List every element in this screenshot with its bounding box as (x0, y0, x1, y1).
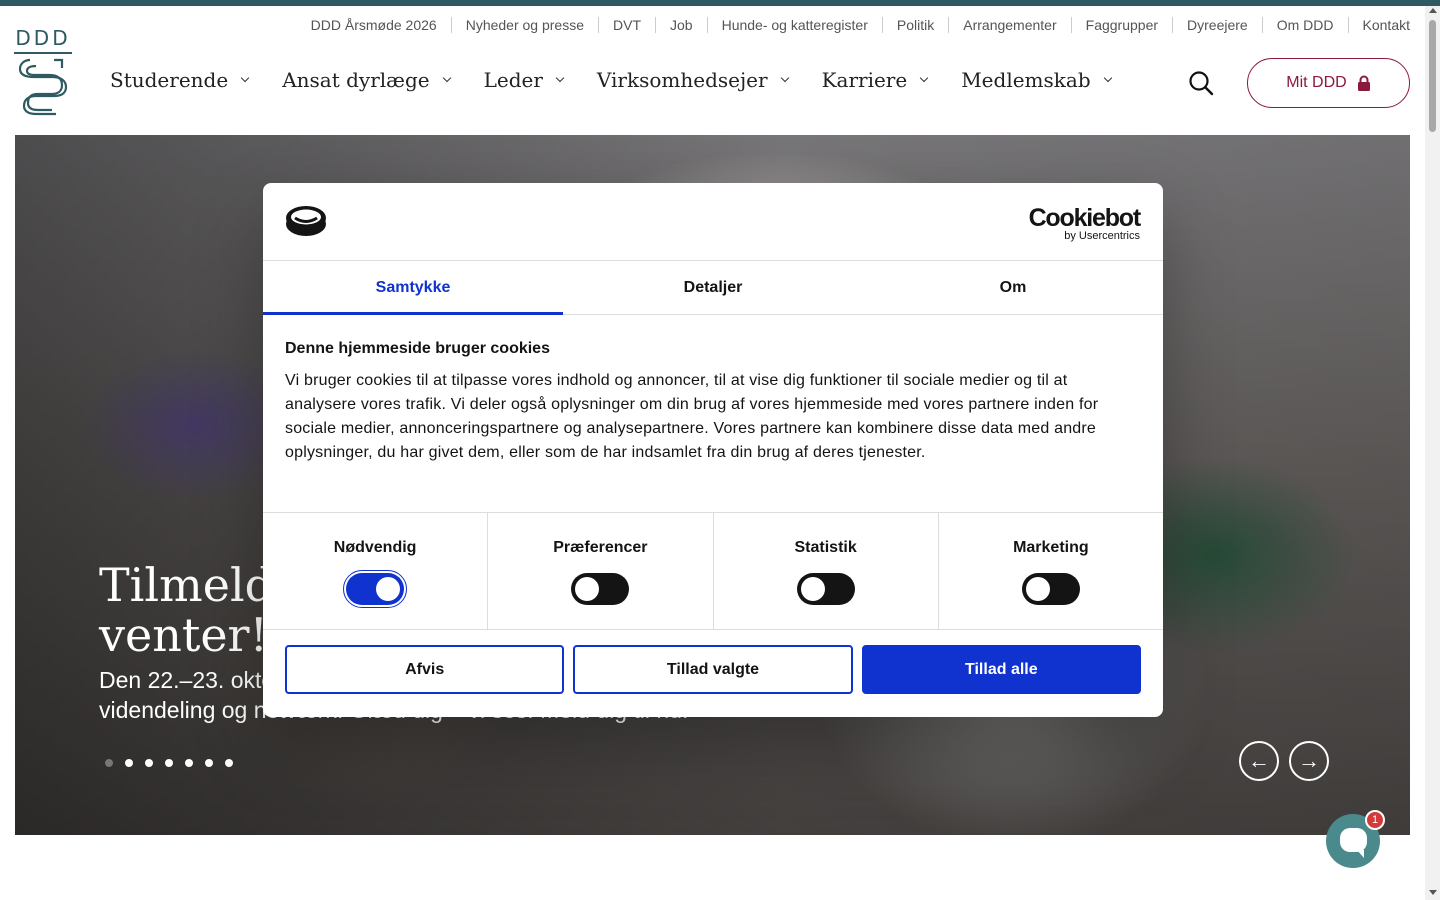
toggle-label: Statistik (794, 539, 857, 556)
login-label: Mit DDD (1286, 74, 1347, 91)
dialog-buttons: Afvis Tillad valgte Tillad alle (263, 630, 1163, 694)
decline-button[interactable]: Afvis (285, 645, 565, 694)
carousel-dots (105, 759, 233, 767)
nav-item-karriere[interactable]: Karriere (821, 68, 929, 92)
utility-link-dvt[interactable]: DVT (598, 17, 655, 33)
nav-item-medlemskab[interactable]: Medlemskab (961, 68, 1112, 92)
chevron-down-icon (919, 73, 929, 83)
toggle-knob (575, 577, 600, 601)
cookie-icon (286, 206, 326, 236)
carousel-dot-4[interactable] (165, 759, 173, 767)
tab-om[interactable]: Om (863, 261, 1163, 314)
cookiebot-wordmark: Cookiebot (1028, 204, 1142, 232)
cookie-consent-dialog: Cookiebot by Usercentrics Samtykke Detal… (263, 183, 1163, 717)
carousel-dot-2[interactable] (125, 759, 133, 767)
toggle-praeferencer[interactable] (571, 573, 630, 605)
utility-link-om-ddd[interactable]: Om DDD (1261, 17, 1348, 33)
lock-icon (1357, 75, 1370, 91)
utility-link-kontakt[interactable]: Kontakt (1347, 17, 1410, 33)
dialog-body: Denne hjemmeside bruger cookies Vi bruge… (263, 315, 1163, 512)
nav-label: Studerende (110, 68, 229, 92)
toggle-marketing[interactable] (1021, 573, 1080, 605)
mit-ddd-login-button[interactable]: Mit DDD (1247, 58, 1410, 108)
utility-link-politik[interactable]: Politik (881, 17, 948, 33)
toggle-statistik[interactable] (796, 573, 855, 605)
utility-link-faggrupper[interactable]: Faggrupper (1070, 17, 1172, 33)
nav-item-virksomhedsejer[interactable]: Virksomhedsejer (596, 68, 789, 92)
chat-bubble-icon (1340, 828, 1367, 858)
scroll-down-arrow-icon[interactable] (1429, 890, 1437, 895)
chevron-down-icon (1103, 73, 1112, 83)
arrow-right-icon: → (1298, 748, 1320, 773)
carousel-dot-6[interactable] (205, 759, 213, 767)
utility-nav: DDD Årsmøde 2026 Nyheder og presse DVT J… (297, 17, 1410, 33)
tab-detaljer[interactable]: Detaljer (563, 261, 863, 314)
utility-link-arrangementer[interactable]: Arrangementer (948, 17, 1070, 33)
consent-toggles: Nødvendig Præferencer Statistik Marketin… (263, 512, 1163, 630)
scroll-thumb[interactable] (1429, 20, 1436, 132)
nav-label: Leder (483, 68, 543, 92)
main-nav: Studerende Ansat dyrlæge Leder Virksomhe… (110, 68, 1145, 92)
chevron-down-icon (780, 73, 789, 83)
dialog-heading: Denne hjemmeside bruger cookies (285, 340, 550, 357)
carousel-dot-7[interactable] (225, 759, 233, 767)
arrow-left-icon: ← (1248, 748, 1270, 773)
toggle-nodvendig[interactable] (343, 570, 408, 608)
ddd-logo[interactable]: DDD (14, 26, 72, 118)
site-header: DDD DDD Årsmøde 2026 Nyheder og presse D… (0, 6, 1425, 135)
toggle-knob (1025, 577, 1050, 601)
utility-link-nyheder[interactable]: Nyheder og presse (450, 17, 598, 33)
toggle-knob (376, 577, 401, 601)
page-scrollbar[interactable] (1425, 6, 1440, 900)
serpent-icon (18, 58, 68, 116)
chevron-down-icon (555, 73, 565, 83)
toggle-knob (800, 577, 825, 601)
page-content-area (15, 835, 1410, 900)
nav-label: Virksomhedsejer (596, 68, 768, 92)
dialog-header: Cookiebot by Usercentrics (263, 183, 1163, 261)
nav-label: Ansat dyrlæge (282, 68, 430, 92)
carousel-dot-3[interactable] (145, 759, 153, 767)
toggle-label: Præferencer (553, 539, 648, 556)
utility-link-dyreejere[interactable]: Dyreejere (1172, 17, 1262, 33)
carousel-dot-1[interactable] (105, 759, 113, 767)
nav-item-studerende[interactable]: Studerende (110, 68, 250, 92)
toggle-group-statistik: Statistik (712, 513, 938, 629)
nav-item-ansat-dyrlaege[interactable]: Ansat dyrlæge (282, 68, 451, 92)
toggle-label: Nødvendig (333, 539, 417, 556)
toggle-label: Marketing (1013, 539, 1089, 556)
carousel-prev-button[interactable]: ← (1239, 741, 1279, 781)
search-icon (1189, 71, 1214, 96)
logo-underline (14, 52, 72, 54)
cookiebot-brand: Cookiebot by Usercentrics (1028, 204, 1142, 242)
nav-label: Karriere (821, 68, 908, 92)
dialog-tabs: Samtykke Detaljer Om (263, 261, 1163, 315)
chevron-down-icon (442, 73, 451, 83)
allow-all-button[interactable]: Tillad alle (861, 645, 1141, 694)
utility-link-register[interactable]: Hunde- og katteregister (706, 17, 882, 33)
utility-link-arsmode[interactable]: DDD Årsmøde 2026 (297, 17, 451, 33)
carousel-next-button[interactable]: → (1289, 741, 1329, 781)
hero-title-line: venter! (99, 608, 269, 662)
toggle-group-nodvendig: Nødvendig (263, 513, 487, 629)
allow-selected-button[interactable]: Tillad valgte (573, 645, 853, 694)
nav-item-leder[interactable]: Leder (483, 68, 565, 92)
chevron-down-icon (240, 73, 250, 83)
logo-text: DDD (15, 26, 71, 50)
scroll-up-arrow-icon[interactable] (1429, 8, 1437, 13)
dialog-description: Vi bruger cookies til at tilpasse vores … (285, 372, 1099, 461)
search-button[interactable] (1186, 68, 1216, 98)
nav-label: Medlemskab (961, 68, 1091, 92)
utility-link-job[interactable]: Job (655, 17, 707, 33)
carousel-dot-5[interactable] (185, 759, 193, 767)
tab-samtykke[interactable]: Samtykke (263, 261, 563, 315)
chat-notification-badge: 1 (1365, 810, 1385, 830)
toggle-group-marketing: Marketing (937, 513, 1163, 629)
toggle-group-praeferencer: Præferencer (487, 513, 712, 629)
